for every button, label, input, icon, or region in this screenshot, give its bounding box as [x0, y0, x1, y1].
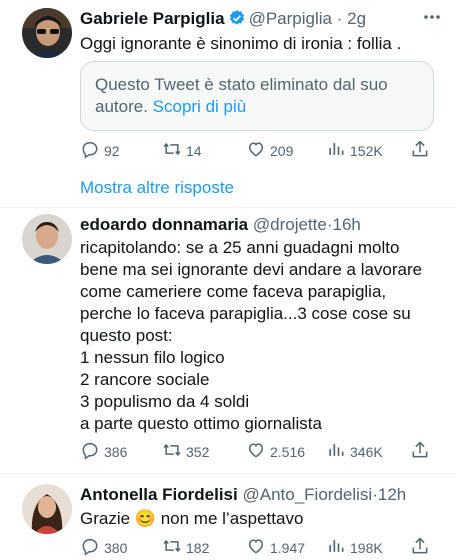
reply-count: 386 [104, 443, 128, 460]
views-icon [326, 440, 346, 463]
retweet-button[interactable]: 352 [162, 440, 209, 463]
learn-more-link[interactable]: Scopri di più [153, 97, 247, 116]
author-handle[interactable]: @drojette [253, 215, 327, 234]
share-button[interactable] [410, 139, 430, 162]
author-handle[interactable]: @Anto_Fiordelisi [242, 485, 372, 504]
tweet-header: Gabriele Parpiglia @Parpiglia · 2g [80, 8, 366, 30]
reply-button[interactable]: 92 [80, 139, 120, 162]
retweet-count: 182 [186, 539, 210, 556]
tweet-actions: 92 14 209 152K [80, 139, 440, 161]
like-button[interactable]: 2.516 [246, 440, 305, 463]
reply-button[interactable]: 380 [80, 536, 127, 559]
tweet-actions: 380 182 1.947 198K [80, 536, 440, 558]
timestamp[interactable]: 12h [378, 485, 406, 504]
views-icon [326, 536, 346, 559]
show-more-replies-link[interactable]: Mostra altre risposte [80, 178, 234, 198]
reply-icon [80, 440, 100, 463]
timestamp[interactable]: 2g [347, 9, 366, 28]
author-name[interactable]: Antonella Fiordelisi [80, 485, 238, 504]
reply-button[interactable]: 386 [80, 440, 127, 463]
reply-icon [80, 139, 100, 162]
tweet-parpiglia[interactable]: Gabriele Parpiglia @Parpiglia · 2g Oggi i… [0, 0, 456, 175]
like-icon [246, 440, 266, 463]
avatar-parpiglia[interactable] [22, 8, 72, 58]
retweet-icon [162, 139, 182, 162]
tweet-text: ricapitolando: se a 25 anni guadagni mol… [80, 238, 423, 433]
retweet-count: 14 [186, 142, 202, 159]
author-name[interactable]: edoardo donnamaria [80, 215, 248, 234]
timestamp[interactable]: 16h [333, 215, 361, 234]
views-button[interactable]: 198K [326, 536, 383, 559]
separator: · [336, 9, 343, 28]
smile-emoji-icon: 😊 [134, 509, 156, 528]
reply-count: 92 [104, 142, 120, 159]
deleted-quote-box: Questo Tweet è stato eliminato dal suo a… [80, 61, 434, 131]
share-button[interactable] [410, 536, 430, 559]
share-icon [410, 440, 430, 463]
tweet-fiordelisi[interactable]: Antonella Fiordelisi @Anto_Fiordelisi·12… [0, 474, 456, 560]
tweet-header: edoardo donnamaria @drojette·16h [80, 214, 361, 236]
views-button[interactable]: 152K [326, 139, 383, 162]
tweet-text: Grazie 😊 non me l’aspettavo [80, 509, 304, 528]
reply-count: 380 [104, 539, 128, 556]
like-icon [246, 536, 266, 559]
author-handle[interactable]: @Parpiglia [249, 9, 332, 28]
views-count: 198K [350, 539, 383, 556]
more-icon[interactable] [422, 7, 442, 32]
retweet-button[interactable]: 182 [162, 536, 209, 559]
share-icon [410, 139, 430, 162]
tweet-actions: 386 352 2.516 346K [80, 440, 440, 462]
retweet-icon [162, 440, 182, 463]
author-name[interactable]: Gabriele Parpiglia [80, 9, 225, 28]
like-count: 2.516 [270, 443, 306, 460]
retweet-button[interactable]: 14 [162, 139, 202, 162]
like-count: 209 [270, 142, 294, 159]
views-icon [326, 139, 346, 162]
verified-badge-icon [228, 9, 246, 27]
avatar-donnamaria[interactable] [22, 214, 72, 264]
tweet-text: Oggi ignorante è sinonimo di ironia : fo… [80, 34, 402, 53]
like-button[interactable]: 1.947 [246, 536, 305, 559]
like-button[interactable]: 209 [246, 139, 293, 162]
tweet-donnamaria[interactable]: edoardo donnamaria @drojette·16h ricapit… [0, 208, 456, 472]
retweet-icon [162, 536, 182, 559]
like-count: 1.947 [270, 539, 306, 556]
views-button[interactable]: 346K [326, 440, 383, 463]
share-icon [410, 536, 430, 559]
like-icon [246, 139, 266, 162]
views-count: 346K [350, 443, 383, 460]
share-button[interactable] [410, 440, 430, 463]
reply-icon [80, 536, 100, 559]
avatar-fiordelisi[interactable] [22, 484, 72, 534]
views-count: 152K [350, 142, 383, 159]
tweet-header: Antonella Fiordelisi @Anto_Fiordelisi·12… [80, 484, 406, 506]
retweet-count: 352 [186, 443, 210, 460]
